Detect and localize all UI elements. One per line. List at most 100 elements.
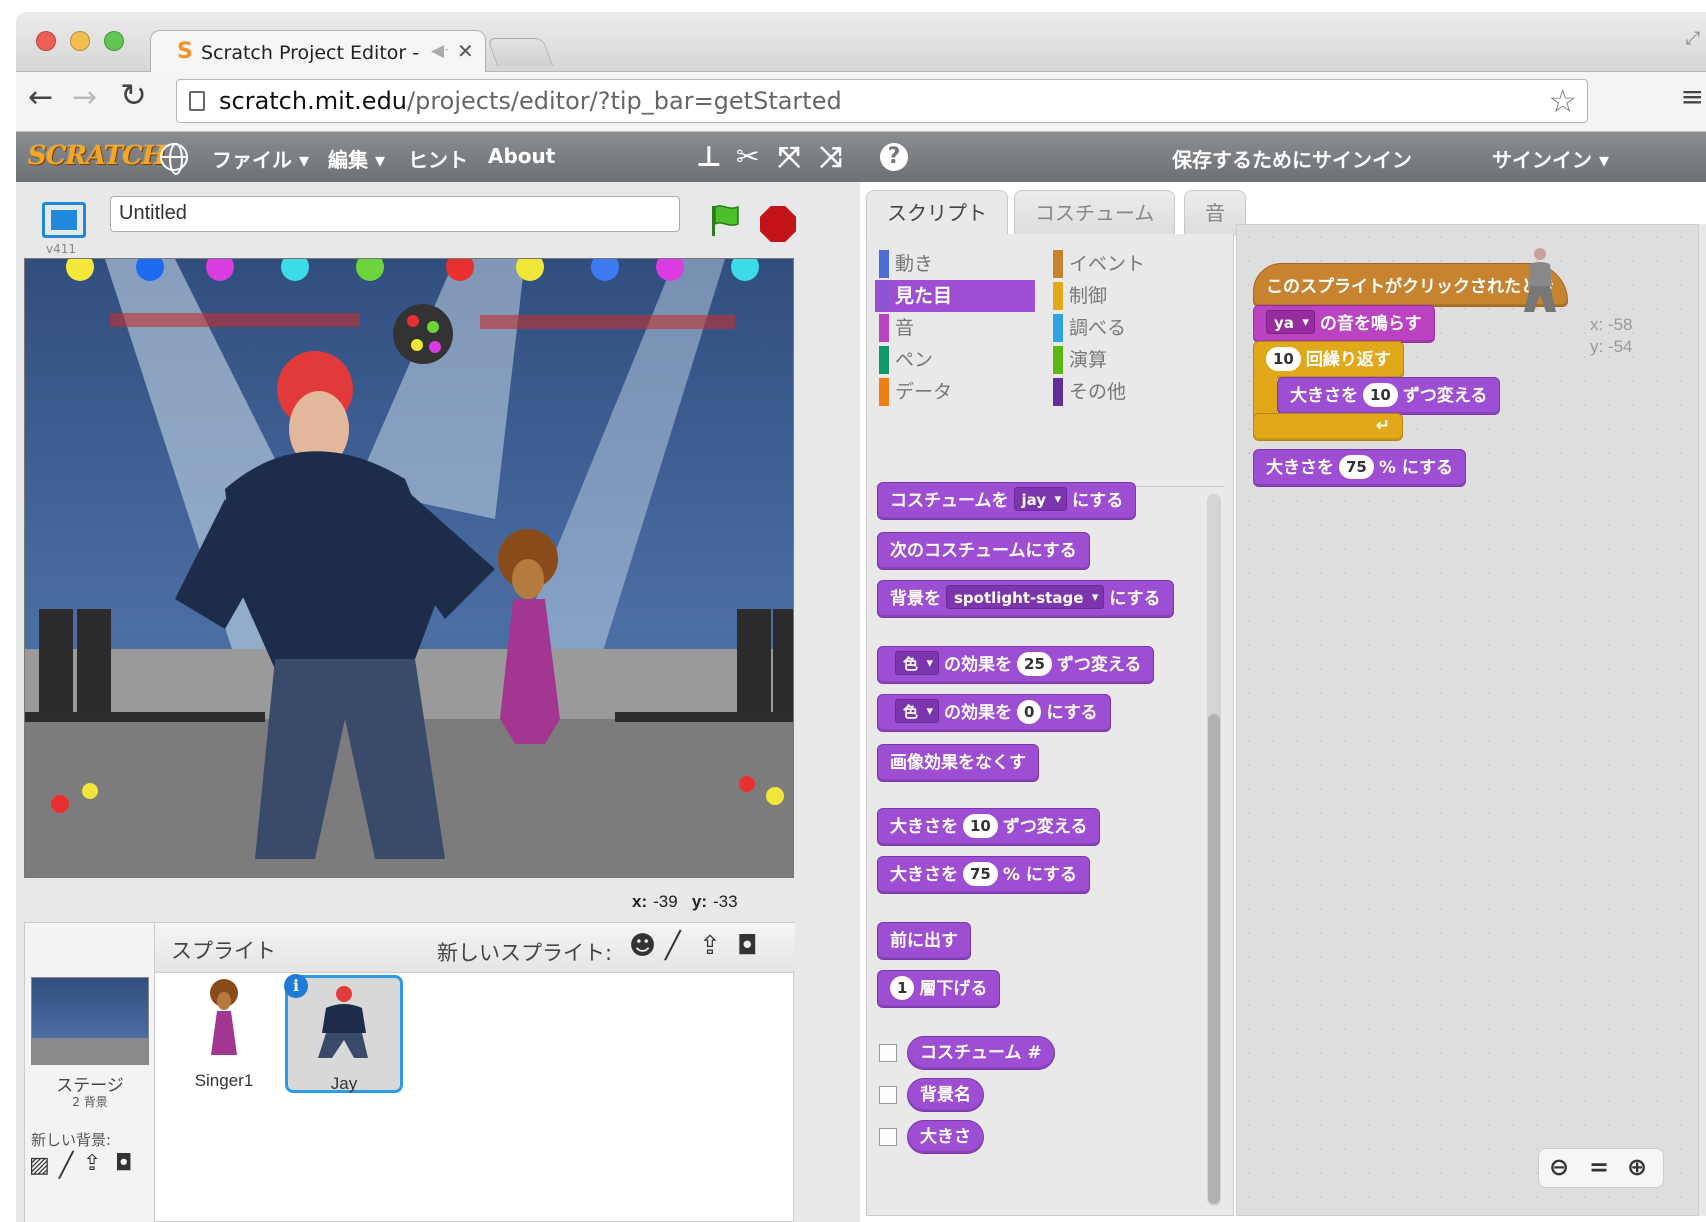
block-set-size-script[interactable]: 大きさを 75% にする <box>1253 449 1466 487</box>
block-set-size[interactable]: 大きさを 75% にする <box>877 856 1090 894</box>
tips-menu[interactable]: ヒント <box>408 144 468 173</box>
sprite-y: y: -54 <box>1590 337 1633 356</box>
effect-value-input[interactable]: 0 <box>1017 700 1042 724</box>
size-change-input[interactable]: 10 <box>1363 383 1398 407</box>
category-more-blocks[interactable]: その他 <box>1049 376 1209 408</box>
project-title-input[interactable]: Untitled <box>110 196 680 232</box>
upload-sprite-icon[interactable]: ⇪ <box>699 931 721 961</box>
forward-arrow-icon[interactable]: → <box>72 80 97 115</box>
block-switch-costume[interactable]: コスチュームをjayにする <box>877 482 1137 520</box>
delete-scissors-icon[interactable]: ✂ <box>736 140 759 173</box>
effect-amount-input[interactable]: 25 <box>1017 652 1052 676</box>
paint-backdrop-icon[interactable]: ╱ <box>59 1151 73 1179</box>
sprite-library-icon[interactable]: ☻ <box>629 931 656 961</box>
stage-canvas[interactable] <box>24 258 794 878</box>
palette-scrollbar[interactable] <box>1207 494 1221 1206</box>
category-control[interactable]: 制御 <box>1049 280 1209 312</box>
reporter-costume-number[interactable]: コスチューム # <box>907 1036 1055 1070</box>
duplicate-stamp-icon[interactable]: ⊥ <box>696 140 722 173</box>
category-motion[interactable]: 動き <box>875 248 1035 280</box>
tab-costumes[interactable]: コスチューム <box>1014 190 1176 236</box>
stage-thumbnail[interactable] <box>31 977 149 1065</box>
category-pen[interactable]: ペン <box>875 344 1035 376</box>
upload-backdrop-icon[interactable]: ⇪ <box>83 1151 101 1176</box>
zoom-out-icon[interactable]: ⊖ <box>1549 1153 1569 1181</box>
sprite-name: Singer1 <box>194 1071 254 1090</box>
size-value-input[interactable]: 75 <box>1339 455 1374 479</box>
green-flag-icon[interactable] <box>706 202 742 238</box>
new-sprite-label: 新しいスプライト: <box>437 941 613 965</box>
block-change-size[interactable]: 大きさを 10 ずつ変える <box>877 808 1101 846</box>
browser-menu-icon[interactable]: ≡ <box>1681 80 1704 113</box>
size-change-input[interactable]: 10 <box>963 814 998 838</box>
edit-menu[interactable]: 編集 ▾ <box>328 144 385 173</box>
block-repeat[interactable]: 10 回繰り返す <box>1253 341 1404 379</box>
presentation-mode-icon[interactable] <box>42 202 86 238</box>
tab-close-icon[interactable]: ✕ <box>457 39 474 63</box>
signin-menu[interactable]: サインイン ▾ <box>1492 144 1609 173</box>
grow-icon[interactable]: ⤧ <box>778 140 800 174</box>
block-go-front[interactable]: 前に出す <box>877 922 971 960</box>
camera-backdrop-icon[interactable]: ◘ <box>115 1151 132 1176</box>
sprite-card-jay[interactable]: i Jay <box>284 974 403 1093</box>
language-globe-icon[interactable] <box>160 143 188 175</box>
category-events[interactable]: イベント <box>1049 248 1209 280</box>
zoom-reset-icon[interactable]: = <box>1589 1153 1609 1181</box>
tab-scripts[interactable]: スクリプト <box>866 190 1008 236</box>
fullscreen-toggle-icon[interactable]: ⤢ <box>1686 28 1700 49</box>
size-value-input[interactable]: 75 <box>963 862 998 886</box>
category-data[interactable]: データ <box>875 376 1035 408</box>
costume-number-checkbox[interactable] <box>879 1044 897 1062</box>
reporter-size[interactable]: 大きさ <box>907 1120 984 1154</box>
scripts-canvas[interactable]: このスプライトがクリックされたとき yaの音を鳴らす 10回繰り返す 大きさを1… <box>1236 224 1706 1216</box>
window-minimize-button[interactable] <box>70 31 90 51</box>
effect-dropdown[interactable]: 色 <box>895 651 940 676</box>
block-set-effect[interactable]: 色の効果を0にする <box>877 694 1111 732</box>
paint-sprite-icon[interactable]: ╱ <box>665 931 681 961</box>
size-checkbox[interactable] <box>879 1128 897 1146</box>
stop-sign-icon[interactable] <box>760 206 796 242</box>
bookmark-star-icon[interactable]: ☆ <box>1548 82 1577 120</box>
block-change-size-script[interactable]: 大きさを 10 ずつ変える <box>1277 377 1501 415</box>
block-play-sound[interactable]: yaの音を鳴らす <box>1253 305 1435 343</box>
block-switch-backdrop[interactable]: 背景をspotlight-stageにする <box>877 580 1174 618</box>
backdrop-dropdown[interactable]: spotlight-stage <box>946 585 1105 610</box>
window-close-button[interactable] <box>36 31 56 51</box>
sprite-x: x: -58 <box>1590 315 1633 334</box>
block-text: 大きさを <box>1266 458 1334 478</box>
sprite-card-singer1[interactable]: Singer1 <box>165 975 283 1093</box>
about-menu[interactable]: About <box>488 144 555 168</box>
sound-dropdown[interactable]: ya <box>1266 310 1315 335</box>
new-tab-button[interactable] <box>486 38 554 66</box>
help-icon[interactable]: ? <box>880 143 908 171</box>
category-looks[interactable]: 見た目 <box>875 280 1035 312</box>
category-sound[interactable]: 音 <box>875 312 1035 344</box>
window-maximize-button[interactable] <box>104 31 124 51</box>
repeat-count-input[interactable]: 10 <box>1266 347 1301 371</box>
block-change-effect[interactable]: 色の効果を25ずつ変える <box>877 646 1155 684</box>
category-operators[interactable]: 演算 <box>1049 344 1209 376</box>
palette-scrollbar-thumb[interactable] <box>1208 714 1220 1204</box>
costume-dropdown[interactable]: jay <box>1013 487 1068 512</box>
category-sensing[interactable]: 調べる <box>1049 312 1209 344</box>
address-bar[interactable]: scratch.mit.edu/projects/editor/?tip_bar… <box>176 79 1588 123</box>
backdrop-name-checkbox[interactable] <box>879 1086 897 1104</box>
scratch-logo[interactable]: SCRATCH <box>28 141 166 171</box>
reporter-backdrop-name[interactable]: 背景名 <box>907 1078 984 1112</box>
layers-input[interactable]: 1 <box>890 976 915 1000</box>
zoom-in-icon[interactable]: ⊕ <box>1627 1153 1647 1181</box>
save-signin-link[interactable]: 保存するためにサインイン <box>1172 144 1412 173</box>
info-icon[interactable]: i <box>284 974 308 998</box>
file-menu[interactable]: ファイル ▾ <box>212 144 309 173</box>
backdrop-library-icon[interactable]: ▨ <box>29 1153 50 1178</box>
camera-sprite-icon[interactable]: ◘ <box>737 931 758 961</box>
reload-icon[interactable]: ↻ <box>120 76 147 114</box>
browser-tab[interactable]: S Scratch Project Editor - ◀ᐧ ✕ <box>150 30 486 74</box>
block-go-back[interactable]: 1 層下げる <box>877 970 1001 1008</box>
block-next-costume[interactable]: 次のコスチュームにする <box>877 532 1090 570</box>
back-arrow-icon[interactable]: ← <box>28 80 53 115</box>
effect-dropdown[interactable]: 色 <box>895 699 940 724</box>
block-clear-effects[interactable]: 画像効果をなくす <box>877 744 1039 782</box>
stage-column: ステージ 2 背景 新しい背景: ▨ ╱ ⇪ ◘ <box>25 923 155 1222</box>
shrink-icon[interactable]: ⤨ <box>820 140 842 174</box>
